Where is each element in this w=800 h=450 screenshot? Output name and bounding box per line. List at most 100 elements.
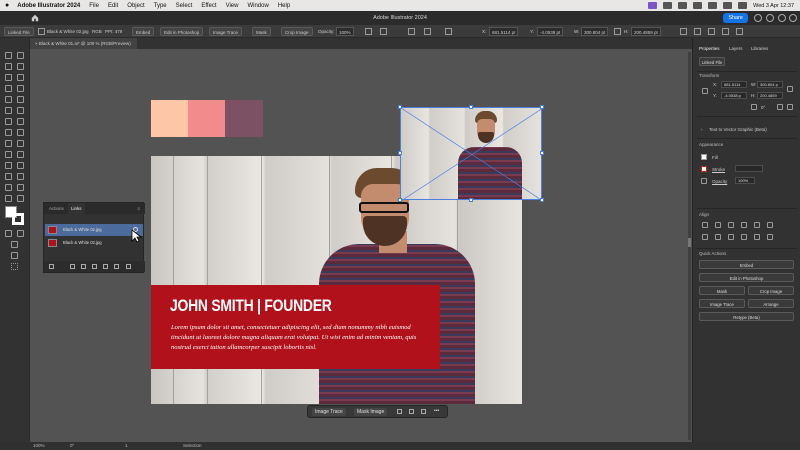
menu-app-name[interactable]: Adobe Illustrator 2024 xyxy=(17,3,80,9)
update-link-icon[interactable] xyxy=(103,264,108,269)
w-field[interactable]: 300.804 pt xyxy=(581,27,609,36)
x-field[interactable]: 681.5114 pt xyxy=(489,27,519,36)
cloud-icon[interactable] xyxy=(678,2,688,9)
mask-button[interactable]: Mask xyxy=(252,27,271,36)
effects-icon[interactable] xyxy=(722,28,729,35)
reference-point-icon[interactable] xyxy=(445,28,452,35)
distribute-icon[interactable] xyxy=(680,28,687,35)
tab-links[interactable]: Links xyxy=(68,203,85,214)
width-tool-icon[interactable] xyxy=(5,129,12,136)
stroke-label[interactable]: Stroke xyxy=(712,167,725,172)
screen-record-icon[interactable] xyxy=(648,2,658,9)
menu-edit[interactable]: Edit xyxy=(108,3,118,9)
resize-handle[interactable] xyxy=(398,198,402,202)
align-bottom-icon[interactable] xyxy=(767,222,773,228)
resize-handle[interactable] xyxy=(540,198,544,202)
eraser-tool-icon[interactable] xyxy=(17,107,24,114)
panel-menu-icon[interactable]: ≡ xyxy=(134,203,143,214)
transform-icon[interactable] xyxy=(408,28,415,35)
tab-libraries[interactable]: Libraries xyxy=(751,46,768,51)
blend-tool-icon[interactable] xyxy=(17,162,24,169)
y-field[interactable]: -4.0538 pt xyxy=(537,27,564,36)
tab-actions[interactable]: Actions xyxy=(46,203,67,214)
shape-icon[interactable] xyxy=(424,28,431,35)
distribute-left-icon[interactable] xyxy=(702,234,708,240)
perspective-tool-icon[interactable] xyxy=(17,140,24,147)
distribute-center-icon[interactable] xyxy=(715,234,721,240)
rotate-tool-icon[interactable] xyxy=(5,118,12,125)
symbol-sprayer-tool-icon[interactable] xyxy=(5,173,12,180)
artboard-canvas[interactable]: JOHN SMITH | FOUNDER Lorem ipsum dolor s… xyxy=(30,49,692,442)
opacity-field[interactable]: 100% xyxy=(735,177,755,184)
distribute-top-icon[interactable] xyxy=(741,234,747,240)
stroke-swatch[interactable] xyxy=(12,213,24,225)
constrain-proportions-icon[interactable] xyxy=(787,86,793,92)
qa-retype-button[interactable]: Retype (Beta) xyxy=(699,312,794,321)
selection-bounding-box[interactable] xyxy=(398,105,544,202)
distribute-bottom-icon[interactable] xyxy=(767,234,773,240)
tab-properties[interactable]: Properties xyxy=(699,46,720,51)
scale-tool-icon[interactable] xyxy=(17,118,24,125)
show-options-icon[interactable] xyxy=(49,264,54,269)
swatch-mauve[interactable] xyxy=(225,100,263,137)
align-top-icon[interactable] xyxy=(741,222,747,228)
qa-embed-button[interactable]: Embed xyxy=(699,260,794,269)
slice-tool-icon[interactable] xyxy=(17,184,24,191)
align-icon[interactable] xyxy=(380,28,387,35)
selection-tool-icon[interactable] xyxy=(5,52,12,59)
rectangle-tool-icon[interactable] xyxy=(5,96,12,103)
style-icon[interactable] xyxy=(365,28,372,35)
h-field[interactable]: 200.4859 xyxy=(757,92,783,99)
camera-icon[interactable] xyxy=(663,2,673,9)
search-icon[interactable] xyxy=(723,2,733,9)
align-middle-icon[interactable] xyxy=(754,222,760,228)
rotation-level[interactable]: 0° xyxy=(70,443,74,448)
control-center-icon[interactable] xyxy=(738,2,748,9)
link-row[interactable]: Black & White 02.jpg xyxy=(45,224,143,236)
align-right-icon[interactable] xyxy=(728,222,734,228)
zoom-level[interactable]: 100% xyxy=(33,443,45,448)
menu-select[interactable]: Select xyxy=(176,3,193,9)
wifi-icon[interactable] xyxy=(708,2,718,9)
swatch-peach[interactable] xyxy=(151,100,189,137)
menu-help[interactable]: Help xyxy=(278,3,290,9)
linked-file-button[interactable]: Linked File xyxy=(699,57,725,66)
edit-in-photoshop-button[interactable]: Edit in Photoshop xyxy=(160,27,204,36)
qa-image-trace-button[interactable]: Image Trace xyxy=(699,299,745,308)
ctx-more-icon[interactable]: ••• xyxy=(434,408,439,414)
search-help-icon[interactable] xyxy=(754,14,762,22)
embed-button[interactable]: Embed xyxy=(132,27,155,36)
distribute-middle-icon[interactable] xyxy=(754,234,760,240)
fill-swatch[interactable] xyxy=(701,154,707,160)
w-field[interactable]: 300.804 p xyxy=(757,81,783,88)
constrain-proportions-icon[interactable] xyxy=(614,28,621,35)
shape-builder-tool-icon[interactable] xyxy=(5,140,12,147)
color-mode-icon[interactable] xyxy=(5,230,12,237)
reference-point-icon[interactable] xyxy=(702,88,708,94)
linked-file-name[interactable]: Black & White 02.jpg xyxy=(47,29,89,34)
direct-selection-tool-icon[interactable] xyxy=(17,52,24,59)
edit-toolbar-icon[interactable] xyxy=(11,263,18,270)
banner-heading[interactable]: JOHN SMITH | FOUNDER xyxy=(170,296,332,316)
align-center-icon[interactable] xyxy=(715,222,721,228)
resize-handle[interactable] xyxy=(398,151,402,155)
resize-handle[interactable] xyxy=(469,105,473,109)
opacity-field[interactable]: 100% xyxy=(336,27,354,36)
go-to-link-icon[interactable] xyxy=(92,264,97,269)
menu-effect[interactable]: Effect xyxy=(201,3,216,9)
title-banner[interactable]: JOHN SMITH | FOUNDER Lorem ipsum dolor s… xyxy=(151,285,440,369)
curvature-tool-icon[interactable] xyxy=(17,74,24,81)
artboard-number[interactable]: 1 xyxy=(125,443,128,448)
x-field[interactable]: 681.5114 xyxy=(721,81,747,88)
lasso-tool-icon[interactable] xyxy=(17,63,24,70)
draw-mode-icon[interactable] xyxy=(11,241,18,248)
line-tool-icon[interactable] xyxy=(17,85,24,92)
flip-vertical-icon[interactable] xyxy=(787,104,793,110)
qa-arrange-button[interactable]: Arrange xyxy=(748,299,794,308)
align-left-icon[interactable] xyxy=(702,222,708,228)
resize-handle[interactable] xyxy=(469,198,473,202)
eyedropper-tool-icon[interactable] xyxy=(5,162,12,169)
ctx-image-trace-button[interactable]: Image Trace xyxy=(312,408,346,416)
display-icon[interactable] xyxy=(693,2,703,9)
recolor-icon[interactable] xyxy=(708,28,715,35)
